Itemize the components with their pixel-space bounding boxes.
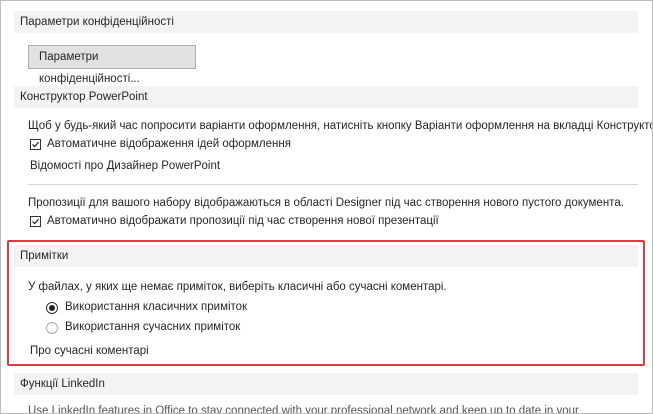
linkedin-description: Use LinkedIn features in Office to stay … [28, 405, 579, 414]
linkedin-section-header: Функції LinkedIn [14, 373, 638, 395]
auto-suggest-checkbox[interactable] [30, 216, 41, 227]
auto-show-design-ideas-checkbox[interactable] [30, 139, 41, 150]
suggestions-description: Пропозиції для вашого набору відображают… [28, 197, 624, 209]
designer-divider [28, 184, 638, 185]
comments-highlight-box [7, 240, 645, 366]
checkmark-icon [32, 141, 40, 148]
privacy-section-header: Параметри конфіденційності [14, 11, 638, 33]
checkmark-icon [32, 218, 40, 225]
auto-suggest-label[interactable]: Автоматично відображати пропозиції під ч… [47, 215, 439, 227]
auto-show-design-ideas-label[interactable]: Автоматичне відображення ідей оформлення [47, 138, 291, 150]
privacy-settings-button[interactable]: Параметри конфіденційності... [28, 45, 196, 85]
designer-section-header: Конструктор PowerPoint [14, 86, 638, 108]
about-designer-link[interactable]: Відомості про Дизайнер PowerPoint [30, 160, 220, 172]
designer-description: Щоб у будь-який час попросити варіанти о… [28, 120, 653, 132]
options-panel: Параметри конфіденційності Параметри кон… [0, 0, 653, 414]
